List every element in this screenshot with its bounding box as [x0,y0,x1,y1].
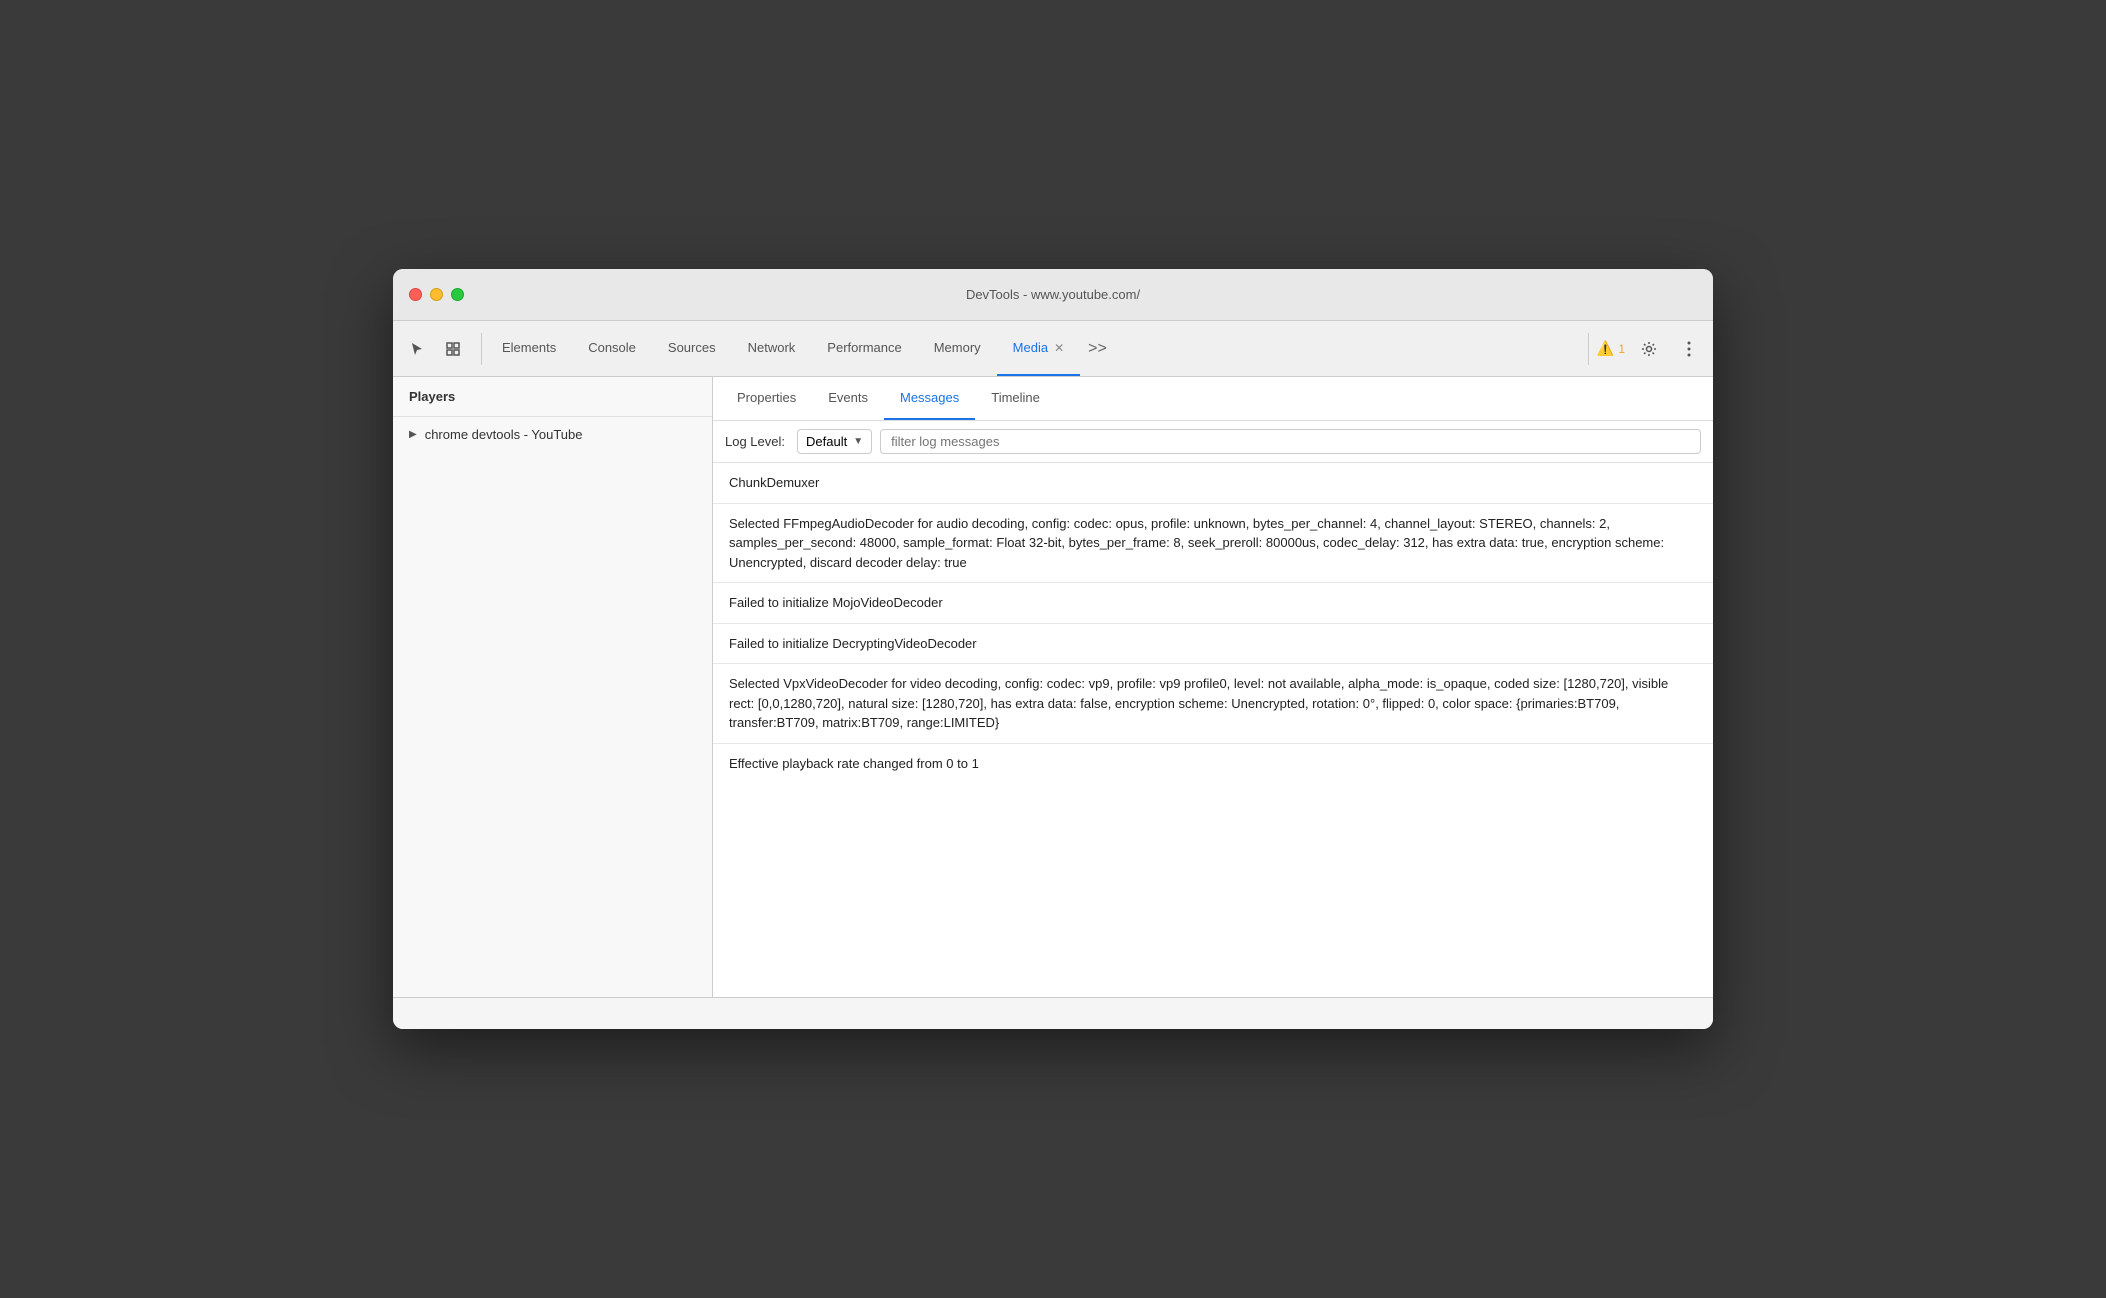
message-text: Selected VpxVideoDecoder for video decod… [729,676,1668,730]
tab-console[interactable]: Console [572,321,652,376]
close-button[interactable] [409,288,422,301]
sidebar-arrow-icon: ▶ [409,429,417,440]
log-level-label: Log Level: [725,434,785,449]
messages-list: ChunkDemuxer Selected FFmpegAudioDecoder… [713,463,1713,997]
message-row: Effective playback rate changed from 0 t… [713,744,1713,784]
toolbar-icon-group [401,333,482,365]
main-tabs: Elements Console Sources Network Perform… [486,321,1588,376]
message-text: Effective playback rate changed from 0 t… [729,756,979,771]
panel: Properties Events Messages Timeline Log … [713,377,1713,997]
status-bar [393,997,1713,1029]
tab-elements[interactable]: Elements [486,321,572,376]
message-text: Failed to initialize MojoVideoDecoder [729,595,943,610]
sidebar-item-youtube[interactable]: ▶ chrome devtools - YouTube [393,417,712,452]
warning-count: 1 [1618,342,1625,356]
toolbar: Elements Console Sources Network Perform… [393,321,1713,377]
message-row: Failed to initialize MojoVideoDecoder [713,583,1713,624]
filter-input[interactable] [880,429,1701,454]
cursor-icon[interactable] [401,333,433,365]
minimize-button[interactable] [430,288,443,301]
tab-events[interactable]: Events [812,377,884,420]
sidebar-item-label: chrome devtools - YouTube [425,427,583,442]
toolbar-right: ⚠️ 1 [1588,333,1705,365]
devtools-window: DevTools - www.youtube.com/ Elements [393,269,1713,1029]
window-title: DevTools - www.youtube.com/ [966,287,1140,302]
tab-timeline[interactable]: Timeline [975,377,1056,420]
warning-icon: ⚠️ [1597,340,1614,357]
message-text: ChunkDemuxer [729,475,819,490]
sidebar-header: Players [393,377,712,417]
message-text: Failed to initialize DecryptingVideoDeco… [729,636,977,651]
dropdown-arrow-icon: ▼ [853,436,863,447]
tab-sources[interactable]: Sources [652,321,732,376]
message-row: Failed to initialize DecryptingVideoDeco… [713,624,1713,665]
log-level-select[interactable]: Default ▼ [797,429,872,454]
more-tabs-button[interactable]: >> [1080,340,1115,358]
inspect-icon[interactable] [437,333,469,365]
maximize-button[interactable] [451,288,464,301]
message-row: Selected FFmpegAudioDecoder for audio de… [713,504,1713,584]
kebab-menu-icon[interactable] [1673,333,1705,365]
tab-network[interactable]: Network [732,321,812,376]
traffic-lights [409,288,464,301]
warning-badge[interactable]: ⚠️ 1 [1597,340,1625,357]
tab-properties[interactable]: Properties [721,377,812,420]
tab-performance[interactable]: Performance [811,321,917,376]
settings-icon[interactable] [1633,333,1665,365]
sub-tabs: Properties Events Messages Timeline [713,377,1713,421]
tab-messages[interactable]: Messages [884,377,975,420]
title-bar: DevTools - www.youtube.com/ [393,269,1713,321]
tab-media-close[interactable]: ✕ [1054,341,1064,355]
log-level-value: Default [806,434,847,449]
main-content: Players ▶ chrome devtools - YouTube Prop… [393,377,1713,997]
log-level-bar: Log Level: Default ▼ [713,421,1713,463]
tab-media[interactable]: Media ✕ [997,321,1080,376]
message-text: Selected FFmpegAudioDecoder for audio de… [729,516,1664,570]
tab-memory[interactable]: Memory [918,321,997,376]
message-row: ChunkDemuxer [713,463,1713,504]
message-row: Selected VpxVideoDecoder for video decod… [713,664,1713,744]
sidebar: Players ▶ chrome devtools - YouTube [393,377,713,997]
